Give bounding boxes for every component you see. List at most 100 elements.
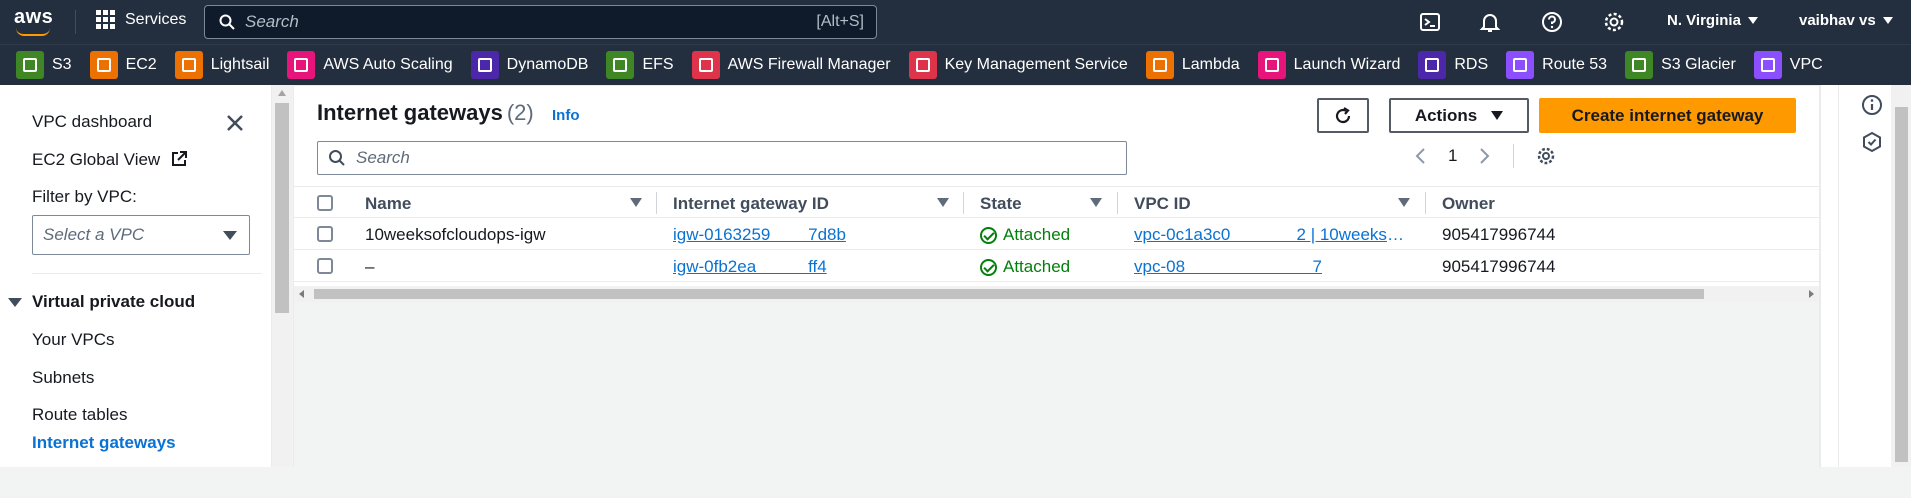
cloudshell-icon[interactable] (1419, 11, 1441, 33)
scrollbar-thumb[interactable] (314, 289, 1704, 299)
gear-icon[interactable] (1536, 146, 1556, 166)
vpc-filter-select[interactable]: Select a VPC (32, 215, 250, 255)
horizontal-scrollbar[interactable] (294, 286, 1819, 302)
grid-icon (96, 10, 115, 29)
favorite-aws-auto-scaling[interactable]: AWS Auto Scaling (287, 51, 453, 79)
table-row[interactable]: – igw-0fb2ea ff4 Attached vpc-08 7 90541… (294, 250, 1819, 282)
caret-down-icon (1747, 17, 1758, 24)
favorite-dynamodb[interactable]: DynamoDB (470, 51, 588, 79)
scrollbar-thumb[interactable] (1895, 107, 1908, 462)
services-menu-button[interactable]: Services (96, 10, 186, 29)
aws-smile-icon (16, 28, 50, 36)
column-resizer[interactable] (1117, 192, 1118, 214)
service-icon (89, 51, 118, 79)
column-header-name[interactable]: Name (365, 194, 411, 214)
bell-icon[interactable] (1479, 11, 1501, 33)
global-search-input[interactable] (245, 12, 775, 32)
table-search[interactable] (317, 141, 1127, 175)
sort-icon[interactable] (1398, 198, 1410, 207)
info-icon[interactable] (1861, 94, 1883, 116)
sidebar-item-route-tables[interactable]: Route tables (32, 405, 127, 425)
cell-vpc-id-link[interactable]: vpc-08 7 (1134, 257, 1322, 277)
caret-down-icon (223, 231, 237, 240)
sort-icon[interactable] (937, 198, 949, 207)
column-resizer[interactable] (963, 192, 964, 214)
service-icon (1145, 51, 1174, 79)
filter-by-vpc-label: Filter by VPC: (32, 187, 137, 206)
search-shortcut-hint: [Alt+S] (816, 13, 864, 30)
close-icon[interactable] (225, 113, 245, 133)
main-scrollbar[interactable] (1820, 85, 1838, 467)
column-header-gateway-id[interactable]: Internet gateway ID (673, 194, 829, 214)
favorite-label: S3 (52, 56, 72, 73)
column-header-vpc-id[interactable]: VPC ID (1134, 194, 1191, 214)
right-rail-scrollbar[interactable] (1891, 85, 1911, 467)
scrollbar-thumb[interactable] (275, 103, 289, 313)
sidebar-item-vpc-dashboard[interactable]: VPC dashboard (32, 112, 152, 132)
actions-dropdown-button[interactable]: Actions (1389, 98, 1529, 133)
chevron-left-icon[interactable] (1414, 147, 1426, 165)
scroll-up-arrow-icon[interactable] (278, 90, 286, 96)
favorite-key-management-service[interactable]: Key Management Service (908, 51, 1128, 79)
sidebar-scrollbar[interactable] (272, 85, 292, 467)
service-icon (1753, 51, 1782, 79)
favorite-label: S3 Glacier (1661, 56, 1736, 73)
help-icon[interactable] (1541, 11, 1563, 33)
column-resizer[interactable] (656, 192, 657, 214)
table-search-input[interactable] (356, 148, 1096, 168)
gear-icon[interactable] (1603, 11, 1625, 33)
favorite-rds[interactable]: RDS (1418, 51, 1488, 79)
table-header: Name Internet gateway ID State VPC ID Ow… (294, 186, 1819, 218)
sort-icon[interactable] (630, 198, 642, 207)
right-rail (1838, 85, 1911, 467)
sidebar-item-your-vpcs[interactable]: Your VPCs (32, 330, 115, 350)
favorite-route-53[interactable]: Route 53 (1506, 51, 1607, 79)
global-search[interactable]: [Alt+S] (204, 5, 877, 39)
select-all-checkbox[interactable] (317, 195, 333, 211)
row-checkbox[interactable] (317, 226, 333, 242)
favorite-ec2[interactable]: EC2 (89, 51, 157, 79)
refresh-button[interactable] (1317, 98, 1369, 133)
info-link[interactable]: Info (552, 107, 580, 124)
region-label: N. Virginia (1667, 12, 1741, 29)
scroll-right-arrow-icon[interactable] (1809, 290, 1814, 298)
cell-gateway-id-link[interactable]: igw-0163259 7d8b (673, 225, 846, 245)
sidebar-item-internet-gateways[interactable]: Internet gateways (32, 433, 176, 453)
table-row[interactable]: 10weeksofcloudops-igw igw-0163259 7d8b A… (294, 218, 1819, 250)
aws-logo[interactable]: aws (14, 6, 54, 38)
cell-gateway-id-link[interactable]: igw-0fb2ea ff4 (673, 257, 827, 277)
favorite-label: Route 53 (1542, 56, 1608, 73)
service-icon (1625, 51, 1654, 79)
cell-vpc-id-link[interactable]: vpc-0c1a3c0 2 | 10weeksofcl... (1134, 225, 1409, 245)
favorite-label: Launch Wizard (1293, 56, 1401, 73)
favorite-lightsail[interactable]: Lightsail (174, 51, 269, 79)
internet-gateways-table: Name Internet gateway ID State VPC ID Ow… (294, 186, 1819, 498)
section-virtual-private-cloud[interactable]: Virtual private cloud (8, 292, 195, 312)
column-header-owner[interactable]: Owner (1442, 194, 1495, 214)
page-title-text: Internet gateways (317, 100, 503, 125)
create-internet-gateway-button[interactable]: Create internet gateway (1539, 98, 1796, 133)
service-icon (908, 51, 937, 79)
favorite-efs[interactable]: EFS (606, 51, 674, 79)
region-selector[interactable]: N. Virginia (1667, 12, 1758, 29)
vpc-filter-placeholder: Select a VPC (43, 225, 145, 244)
favorite-s3[interactable]: S3 (16, 51, 72, 79)
favorite-lambda[interactable]: Lambda (1145, 51, 1240, 79)
column-header-state[interactable]: State (980, 194, 1022, 214)
account-menu[interactable]: vaibhav vs (1799, 12, 1893, 29)
favorite-aws-firewall-manager[interactable]: AWS Firewall Manager (691, 51, 891, 79)
favorite-launch-wizard[interactable]: Launch Wizard (1257, 51, 1401, 79)
sort-icon[interactable] (1090, 198, 1102, 207)
current-page[interactable]: 1 (1448, 146, 1457, 166)
chevron-right-icon[interactable] (1479, 147, 1491, 165)
row-checkbox[interactable] (317, 258, 333, 274)
favorite-vpc[interactable]: VPC (1753, 51, 1823, 79)
shield-check-icon[interactable] (1861, 131, 1883, 153)
scroll-left-arrow-icon[interactable] (299, 290, 304, 298)
sidebar-item-subnets[interactable]: Subnets (32, 368, 94, 388)
favorite-label: Key Management Service (944, 56, 1128, 73)
top-navigation: aws Services [Alt+S] N. Virginia vaibhav… (0, 0, 1911, 44)
favorite-s3-glacier[interactable]: S3 Glacier (1625, 51, 1736, 79)
sidebar-item-ec2-global-view[interactable]: EC2 Global View (32, 150, 187, 170)
column-resizer[interactable] (1425, 192, 1426, 214)
